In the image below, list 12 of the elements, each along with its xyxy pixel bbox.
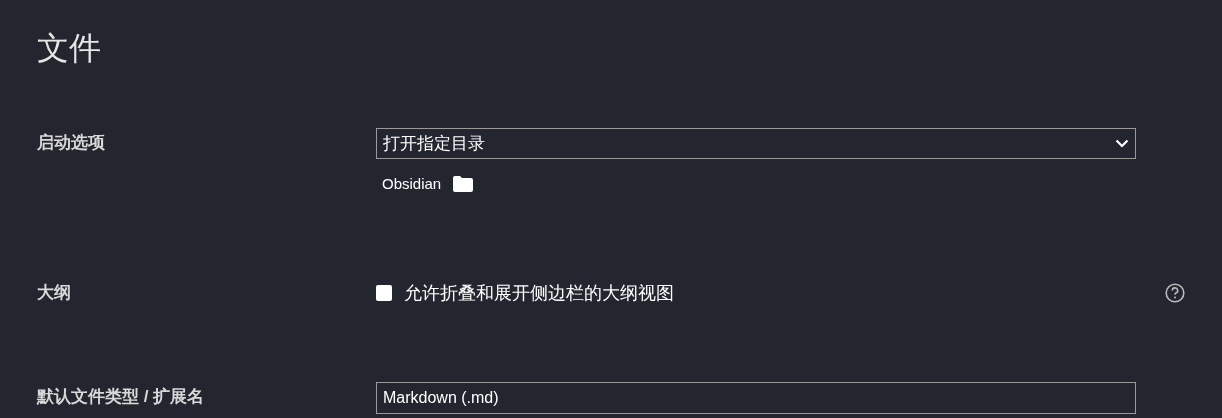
page-heading: 文件 [37,29,102,68]
checkbox-label: 允许折叠和展开侧边栏的大纲视图 [404,282,674,305]
setting-label: 大纲 [37,282,72,304]
input-field[interactable]: Markdown (.md) [376,382,1136,414]
checkbox[interactable] [376,285,392,301]
folder-icon[interactable] [453,175,474,192]
help-icon[interactable] [1165,283,1185,303]
chevron-down-icon [1115,139,1129,148]
setting-label: 启动选项 [37,132,106,154]
setting-label: 默认文件类型 / 扩展名 [37,386,206,408]
folder-name: Obsidian [382,175,442,192]
dropdown[interactable]: 打开指定目录 [376,128,1136,159]
